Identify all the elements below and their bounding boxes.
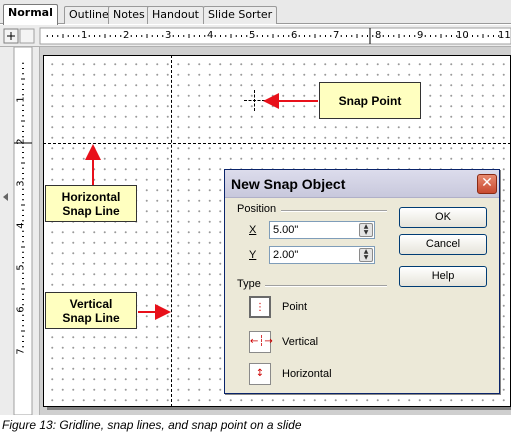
- vertical-type-button[interactable]: ←┆→: [249, 331, 273, 353]
- vertical-callout-text: Vertical Snap Line: [62, 296, 120, 325]
- y-position-field[interactable]: 2.00" ▲ ▼: [269, 246, 375, 264]
- snap-point-callout: Snap Point: [319, 82, 421, 119]
- x-position-value: 5.00": [273, 224, 299, 236]
- y-label: Y: [249, 249, 257, 261]
- point-type-button[interactable]: ⋮: [249, 296, 271, 318]
- position-group-label: Position: [237, 203, 277, 215]
- vertical-icon: ←┆→: [250, 336, 273, 347]
- y-position-value: 2.00": [273, 249, 299, 261]
- dialog-title: New Snap Object: [231, 176, 346, 192]
- horizontal-callout-text: Horizontal Snap Line: [61, 189, 121, 218]
- horizontal-type-label[interactable]: Horizontal: [282, 368, 332, 380]
- horizontal-snap-line-callout: Horizontal Snap Line: [45, 185, 137, 222]
- horizontal-icon: ↕: [255, 368, 265, 379]
- snap-point-callout-text: Snap Point: [338, 93, 402, 108]
- vertical-type-label[interactable]: Vertical: [282, 336, 318, 348]
- type-separator: [265, 285, 387, 287]
- x-spin-buttons[interactable]: ▲ ▼: [359, 223, 373, 237]
- x-label: X: [249, 224, 257, 236]
- close-button[interactable]: ✕: [477, 174, 497, 194]
- new-snap-object-dialog: New Snap Object ✕ Position X 5.00" ▲ ▼ Y …: [224, 169, 500, 394]
- cancel-button[interactable]: Cancel: [399, 234, 487, 255]
- point-icon: ⋮: [255, 302, 265, 313]
- help-button[interactable]: Help: [399, 266, 487, 287]
- ok-button[interactable]: OK: [399, 207, 487, 228]
- y-spin-buttons[interactable]: ▲ ▼: [359, 248, 373, 262]
- vertical-snap-line-callout: Vertical Snap Line: [45, 292, 137, 329]
- dialog-title-bar[interactable]: New Snap Object ✕: [225, 170, 499, 198]
- position-separator: [281, 210, 387, 212]
- x-position-field[interactable]: 5.00" ▲ ▼: [269, 221, 375, 239]
- figure-caption: Figure 13: Gridline, snap lines, and sna…: [2, 418, 302, 432]
- point-type-label[interactable]: Point: [282, 301, 307, 313]
- type-group-label: Type: [237, 278, 261, 290]
- horizontal-type-button[interactable]: ↕: [249, 363, 271, 385]
- close-icon: ✕: [481, 175, 493, 191]
